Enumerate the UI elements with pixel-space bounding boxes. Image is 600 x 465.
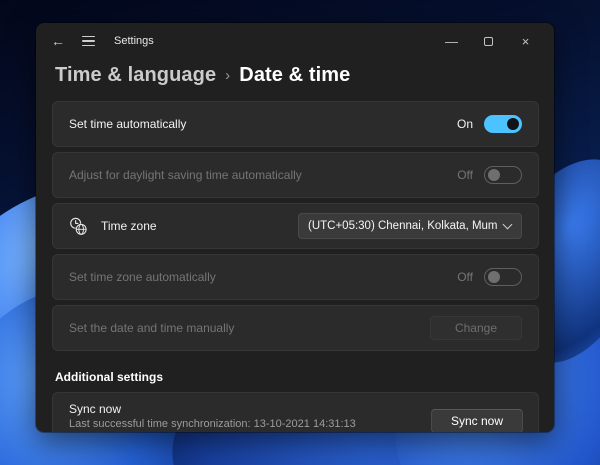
setting-row-time-zone: Time zone (UTC+05:30) Chennai, Kolkata, … — [52, 203, 539, 249]
sync-now-button[interactable]: Sync now — [431, 409, 523, 432]
toggle-knob — [488, 169, 500, 181]
setting-label: Time zone — [101, 219, 157, 233]
set-time-automatically-toggle[interactable] — [484, 115, 522, 133]
change-button: Change — [430, 316, 522, 340]
setting-row-set-date-time-manually: Set the date and time manually Change — [52, 305, 539, 351]
additional-settings-header: Additional settings — [55, 370, 163, 384]
breadcrumb-parent[interactable]: Time & language — [55, 64, 216, 87]
breadcrumb: Time & language › Date & time — [55, 64, 554, 87]
toggle-knob — [488, 271, 500, 283]
toggle-state-label: Off — [457, 270, 473, 284]
toggle-group: Off — [457, 268, 522, 286]
setting-row-set-time-automatically: Set time automatically On — [52, 101, 539, 147]
sync-now-row: Sync now Last successful time synchroniz… — [52, 392, 539, 432]
daylight-saving-toggle — [484, 166, 522, 184]
settings-window: ← Settings — × Time & language › Date & … — [36, 23, 554, 432]
set-time-zone-automatically-toggle — [484, 268, 522, 286]
toggle-knob — [507, 118, 519, 130]
timezone-clock-globe-icon — [69, 217, 88, 236]
setting-label: Set time zone automatically — [69, 270, 216, 284]
breadcrumb-separator-icon: › — [225, 67, 231, 84]
desktop: ← Settings — × Time & language › Date & … — [0, 0, 600, 465]
maximize-button[interactable] — [470, 35, 507, 48]
toggle-group: On — [457, 115, 522, 133]
setting-row-daylight-saving: Adjust for daylight saving time automati… — [52, 152, 539, 198]
setting-label: Set time automatically — [69, 117, 187, 131]
setting-row-set-time-zone-automatically: Set time zone automatically Off — [52, 254, 539, 300]
toggle-state-label: On — [456, 117, 473, 131]
time-zone-dropdown[interactable]: (UTC+05:30) Chennai, Kolkata, Mumbai, Ne… — [298, 213, 522, 239]
window-title: Settings — [114, 35, 154, 47]
settings-content: Set time automatically On Adjust for day… — [36, 101, 554, 432]
time-zone-value: (UTC+05:30) Chennai, Kolkata, Mumbai, Ne… — [308, 220, 497, 232]
back-button[interactable]: ← — [51, 34, 65, 48]
window-controls: — × — [433, 35, 544, 48]
setting-label: Set the date and time manually — [69, 321, 235, 335]
minimize-button[interactable]: — — [433, 35, 470, 48]
page-title: Date & time — [239, 64, 351, 86]
maximize-icon — [484, 36, 493, 46]
setting-label: Adjust for daylight saving time automati… — [69, 168, 302, 182]
titlebar: ← Settings — × — [36, 23, 554, 55]
toggle-state-label: Off — [457, 168, 473, 182]
chevron-down-icon — [502, 219, 513, 229]
close-button[interactable]: × — [507, 35, 544, 48]
menu-button[interactable] — [82, 35, 95, 47]
toggle-group: Off — [457, 166, 522, 184]
